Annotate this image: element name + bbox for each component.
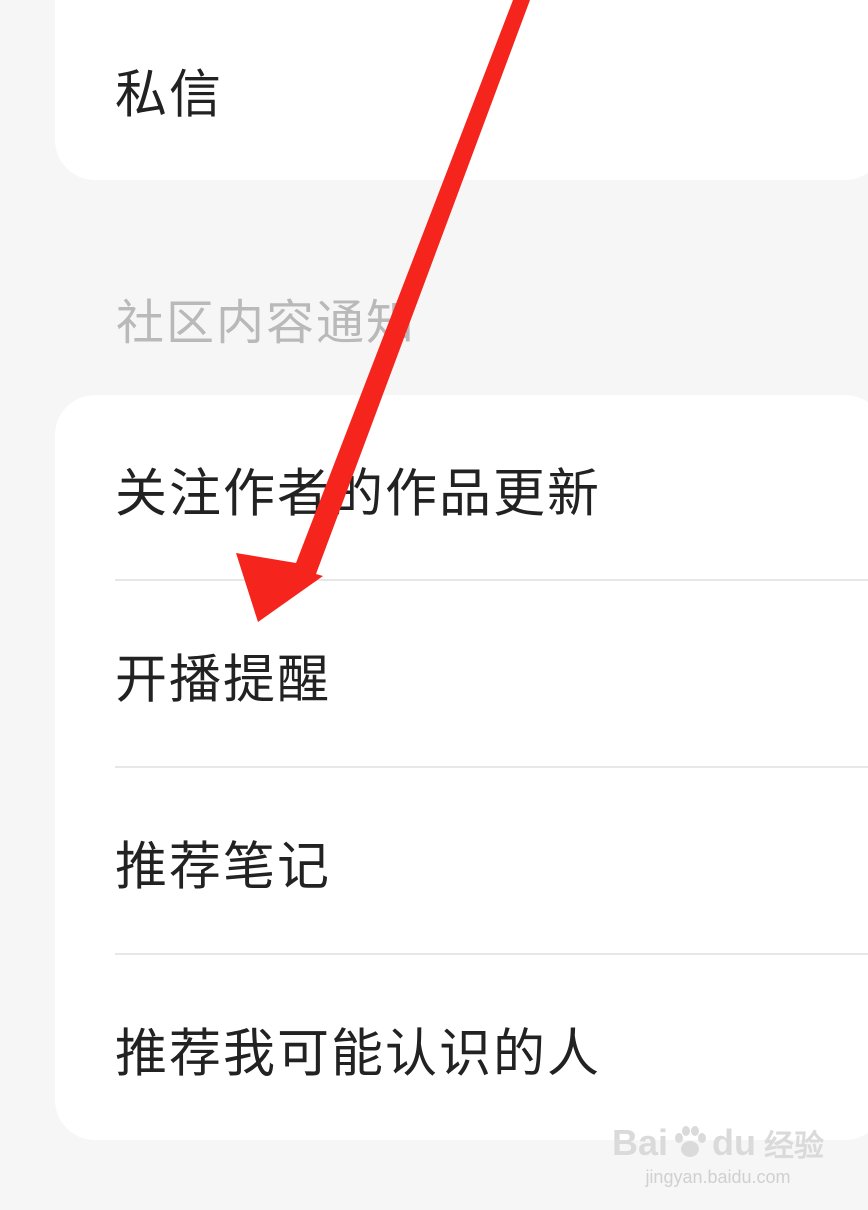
watermark-url: jingyan.baidu.com [645, 1167, 791, 1187]
settings-item-label: 开播提醒 [115, 650, 332, 711]
settings-item-private-messages[interactable]: 私信 [115, 0, 868, 180]
settings-item-label: 私信 [115, 65, 224, 126]
watermark-logo: Bai du 经验 [612, 1121, 824, 1165]
settings-item-label: 推荐我可能认识的人 [115, 1024, 602, 1085]
settings-item-people-you-may-know[interactable]: 推荐我可能认识的人 [115, 955, 868, 1143]
watermark-logo-left: Bai [611, 1122, 669, 1163]
settings-item-label: 推荐笔记 [115, 837, 332, 898]
community-notifications-card: 关注作者的作品更新 开播提醒 推荐笔记 推荐我可能认识的人 [55, 395, 868, 1140]
messages-card: 私信 [55, 0, 868, 180]
section-header-community-notifications: 社区内容通知 [116, 295, 417, 351]
settings-item-followed-author-updates[interactable]: 关注作者的作品更新 [115, 395, 868, 583]
watermark-logo-suffix: 经验 [764, 1130, 824, 1163]
paw-icon [675, 1126, 707, 1157]
watermark-logo-right: du [712, 1122, 756, 1163]
settings-item-label: 关注作者的作品更新 [115, 464, 602, 525]
baidu-jingyan-watermark: Bai du 经验 jingyan.baidu.com [612, 1121, 824, 1188]
settings-item-recommended-notes[interactable]: 推荐笔记 [115, 768, 868, 956]
settings-item-live-start-reminder[interactable]: 开播提醒 [115, 581, 868, 769]
